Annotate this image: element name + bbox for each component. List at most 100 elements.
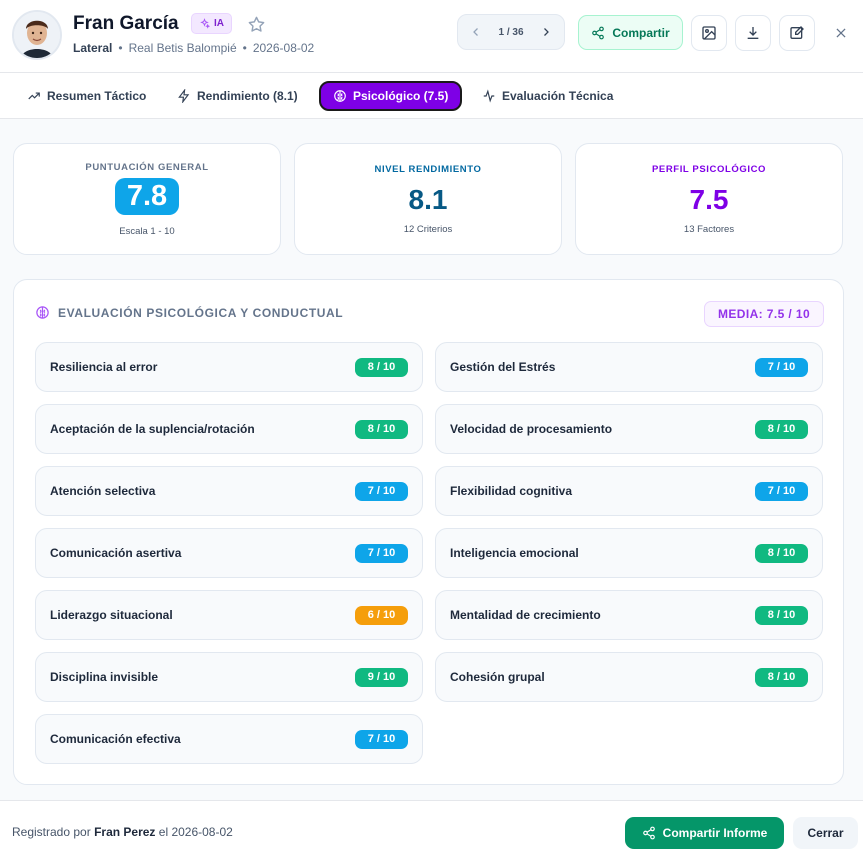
evaluation-item: Inteligencia emocional 8 / 10 bbox=[435, 528, 823, 578]
card-sub: 12 Criterios bbox=[403, 224, 453, 235]
evaluation-item: Liderazgo situacional 6 / 10 bbox=[35, 590, 423, 640]
evaluation-item: Aceptación de la suplencia/rotación 8 / 1… bbox=[35, 404, 423, 454]
tab-performance[interactable]: Rendimiento (8.1) bbox=[165, 81, 310, 111]
evaluation-item-name: Inteligencia emocional bbox=[450, 546, 579, 560]
evaluation-item-name: Disciplina invisible bbox=[50, 670, 159, 684]
evaluation-item: Disciplina invisible 9 / 10 bbox=[35, 652, 423, 702]
ai-badge: IA bbox=[191, 13, 232, 34]
player-meta: Lateral • Real Betis Balompié • 2026-08-… bbox=[73, 41, 314, 55]
card-label: NIVEL RENDIMIENTO bbox=[374, 164, 482, 175]
registered-suffix: el 2026-08-02 bbox=[158, 825, 233, 839]
evaluation-item: Velocidad de procesamiento 8 / 10 bbox=[435, 404, 823, 454]
general-score-card: PUNTUACIÓN GENERAL 7.8 Escala 1 - 10 bbox=[13, 143, 281, 255]
panel-title: EVALUACIÓN PSICOLÓGICA Y CONDUCTUAL bbox=[35, 305, 343, 320]
evaluation-item-name: Atención selectiva bbox=[50, 484, 156, 498]
favorite-star-button[interactable] bbox=[245, 13, 267, 35]
player-name: Fran García bbox=[73, 13, 179, 34]
evaluation-item: Comunicación asertiva 7 / 10 bbox=[35, 528, 423, 578]
psych-profile-card: PERFIL PSICOLÓGICO 7.5 13 Factores bbox=[575, 143, 843, 255]
evaluation-item-name: Cohesión grupal bbox=[450, 670, 545, 684]
share-icon bbox=[642, 826, 655, 840]
evaluation-item: Resiliencia al error 8 / 10 bbox=[35, 342, 423, 392]
score-badge: 7 / 10 bbox=[355, 543, 408, 563]
score-badge: 8 / 10 bbox=[355, 357, 408, 377]
tab-tactical-summary[interactable]: Resumen Táctico bbox=[15, 81, 158, 111]
evaluation-item-name: Comunicación asertiva bbox=[50, 546, 182, 560]
evaluation-item-name: Mentalidad de crecimiento bbox=[450, 608, 601, 622]
registered-author: Fran Perez bbox=[94, 825, 156, 839]
tab-psychological[interactable]: Psicológico (7.5) bbox=[319, 81, 463, 111]
avatar bbox=[12, 10, 62, 60]
registered-prefix: Registrado por bbox=[12, 825, 91, 839]
psychological-evaluation-panel: EVALUACIÓN PSICOLÓGICA Y CONDUCTUAL MEDI… bbox=[13, 279, 844, 785]
score-badge: 9 / 10 bbox=[355, 667, 408, 687]
evaluation-item: Mentalidad de crecimiento 8 / 10 bbox=[435, 590, 823, 640]
close-icon bbox=[836, 28, 846, 38]
ai-badge-label: IA bbox=[214, 18, 224, 29]
previous-button[interactable] bbox=[466, 22, 486, 42]
content-area: PUNTUACIÓN GENERAL 7.8 Escala 1 - 10 NIV… bbox=[0, 119, 863, 800]
download-icon bbox=[747, 27, 759, 39]
close-button[interactable] bbox=[829, 21, 853, 45]
share-report-label: Compartir Informe bbox=[662, 826, 768, 840]
edit-button[interactable] bbox=[779, 15, 815, 51]
evaluation-item-name: Comunicación efectiva bbox=[50, 732, 181, 746]
score-badge: 7 / 10 bbox=[755, 481, 808, 501]
general-score-wrap: 7.8 bbox=[14, 178, 280, 215]
brain-icon bbox=[36, 306, 49, 319]
card-label: PERFIL PSICOLÓGICO bbox=[651, 164, 767, 175]
meta-separator: • bbox=[118, 41, 123, 55]
next-button[interactable] bbox=[536, 22, 556, 42]
psych-value: 7.5 bbox=[689, 184, 729, 215]
share-icon bbox=[592, 26, 605, 39]
image-icon bbox=[702, 26, 716, 40]
evaluation-item: Comunicación efectiva 7 / 10 bbox=[35, 714, 423, 764]
footer: Registrado por Fran Perez el 2026-08-02 … bbox=[0, 800, 863, 852]
score-badge: 8 / 10 bbox=[755, 667, 808, 687]
player-date: 2026-08-02 bbox=[252, 41, 315, 55]
score-badge: 7 / 10 bbox=[355, 481, 408, 501]
evaluation-item: Flexibilidad cognitiva 7 / 10 bbox=[435, 466, 823, 516]
player-team: Real Betis Balompié bbox=[128, 41, 237, 55]
evaluation-item: Atención selectiva 7 / 10 bbox=[35, 466, 423, 516]
trending-up-icon bbox=[28, 92, 40, 100]
meta-separator: • bbox=[242, 41, 247, 55]
share-report-button[interactable]: Compartir Informe bbox=[625, 817, 784, 849]
evaluation-item-name: Liderazgo situacional bbox=[50, 608, 173, 622]
chevron-left-icon bbox=[473, 28, 478, 36]
score-badge: 6 / 10 bbox=[355, 605, 408, 625]
download-button[interactable] bbox=[735, 15, 771, 51]
tab-label: Resumen Táctico bbox=[47, 89, 147, 103]
activity-icon bbox=[483, 89, 495, 103]
performance-value: 8.1 bbox=[408, 184, 448, 215]
general-score-value: 7.8 bbox=[114, 178, 180, 215]
tab-label: Rendimiento (8.1) bbox=[197, 89, 298, 103]
card-sub: Escala 1 - 10 bbox=[119, 226, 175, 237]
score-badge: 8 / 10 bbox=[755, 605, 808, 625]
evaluation-item-name: Aceptación de la suplencia/rotación bbox=[50, 422, 255, 436]
score-badge: 8 / 10 bbox=[755, 543, 808, 563]
sparkles-icon bbox=[200, 18, 210, 29]
tab-label: Evaluación Técnica bbox=[502, 89, 614, 103]
close-report-button[interactable]: Cerrar bbox=[793, 817, 858, 849]
share-button-label: Compartir bbox=[612, 25, 670, 40]
registered-info: Registrado por Fran Perez el 2026-08-02 bbox=[12, 825, 233, 839]
edit-icon bbox=[790, 26, 804, 39]
star-icon bbox=[248, 16, 264, 32]
brain-icon bbox=[334, 90, 346, 102]
panel-title-text: EVALUACIÓN PSICOLÓGICA Y CONDUCTUAL bbox=[58, 305, 344, 320]
evaluation-item-name: Gestión del Estrés bbox=[450, 360, 556, 374]
evaluation-item-name: Velocidad de procesamiento bbox=[450, 422, 613, 436]
tab-label: Psicológico (7.5) bbox=[353, 89, 449, 103]
score-badge: 7 / 10 bbox=[755, 357, 808, 377]
score-badge: 8 / 10 bbox=[755, 419, 808, 439]
header: Fran García IA Lateral • Real Betis Balo… bbox=[0, 0, 863, 73]
tab-technical-evaluation[interactable]: Evaluación Técnica bbox=[470, 81, 625, 111]
score-badge: 7 / 10 bbox=[355, 729, 408, 749]
share-button[interactable]: Compartir bbox=[578, 15, 683, 50]
player-position: Lateral bbox=[73, 41, 113, 55]
evaluation-item-name: Flexibilidad cognitiva bbox=[450, 484, 573, 498]
evaluation-item: Cohesión grupal 8 / 10 bbox=[435, 652, 823, 702]
pager-count: 1 / 36 bbox=[498, 26, 524, 38]
image-button[interactable] bbox=[691, 15, 727, 51]
